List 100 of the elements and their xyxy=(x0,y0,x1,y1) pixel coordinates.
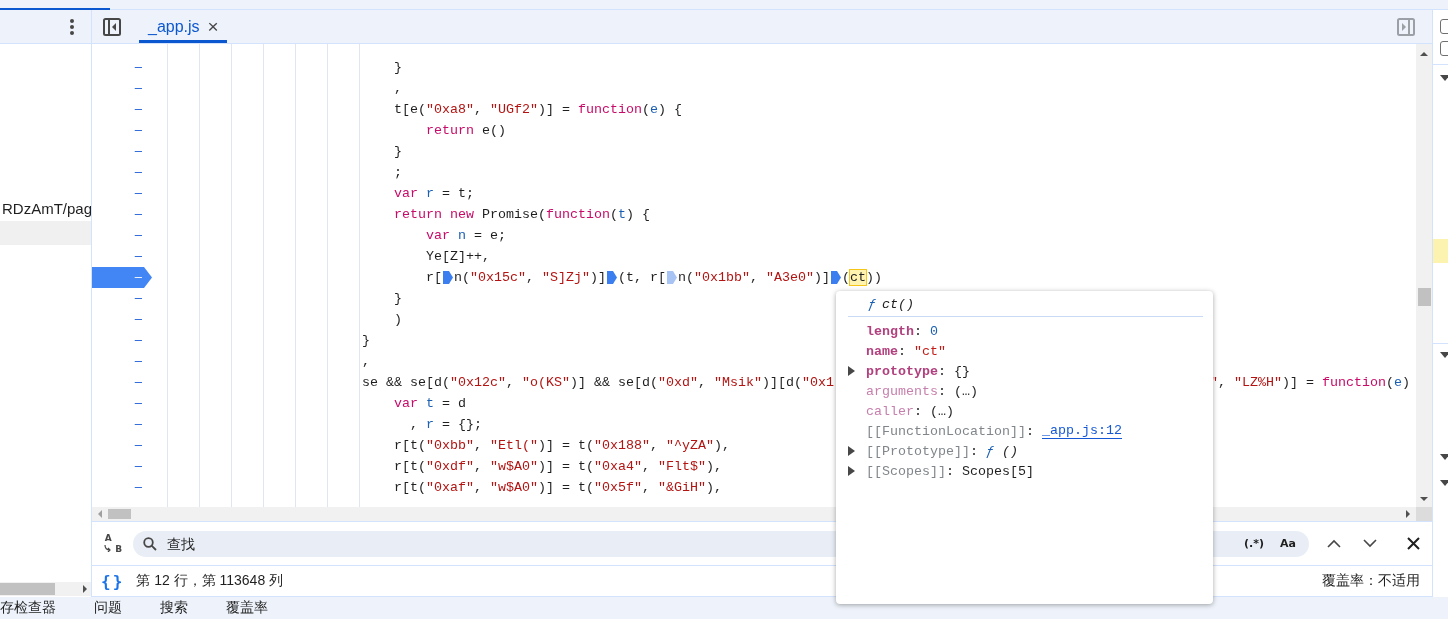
line-number: – xyxy=(133,248,143,265)
pretty-print-button[interactable]: {} xyxy=(101,571,125,591)
highlighted-row xyxy=(1433,239,1448,263)
colon: : xyxy=(914,323,922,339)
expand-arrow-icon[interactable] xyxy=(848,466,855,476)
code-text: , r = {}; xyxy=(409,416,482,434)
chevron-down-icon[interactable] xyxy=(1363,539,1377,548)
colon: : xyxy=(938,383,946,399)
code-text: (t, r[ xyxy=(618,269,666,287)
scrollbar-thumb[interactable] xyxy=(0,583,55,595)
property-value: (…) xyxy=(930,403,954,419)
line-number: – xyxy=(133,101,143,118)
code-text: r[t("0xbb", "Etl(")] = t("0x188", "^yZA"), xyxy=(393,437,730,455)
property-name: caller xyxy=(866,403,914,419)
breakpoint-marker-icon[interactable] xyxy=(443,271,453,284)
match-case-button[interactable]: Aa xyxy=(1277,537,1299,550)
scrollbar-thumb[interactable] xyxy=(108,509,131,519)
replace-toggle-button[interactable]: A B xyxy=(102,532,124,555)
line-number: – xyxy=(133,185,143,202)
collapse-arrow-icon[interactable] xyxy=(1440,75,1448,81)
breakpoint-marker-icon[interactable] xyxy=(831,271,841,284)
line-number: – xyxy=(133,353,143,370)
line-number: – xyxy=(133,458,143,475)
drawer-tab[interactable]: 搜索 xyxy=(160,599,188,617)
code-text: n("0x1bb", "A3e0")] xyxy=(678,269,830,287)
colon: : xyxy=(898,343,906,359)
line-number: – xyxy=(133,59,143,76)
property-name: prototype xyxy=(866,363,938,379)
code-text: } xyxy=(393,143,402,161)
drawer-tab[interactable]: 覆盖率 xyxy=(226,599,268,617)
code-text: , xyxy=(362,353,370,371)
sidebar-toggle-icon[interactable] xyxy=(103,17,121,36)
property-value: "ct" xyxy=(914,343,946,359)
code-text: Ye[Z]++, xyxy=(425,248,490,266)
line-number: – xyxy=(133,206,143,223)
code-text: ) xyxy=(393,311,402,329)
property-name: [[FunctionLocation]] xyxy=(866,423,1026,439)
property-name: length xyxy=(866,323,914,339)
code-text: return new Promise(function(t) { xyxy=(393,206,650,224)
code-text: } xyxy=(393,59,402,77)
code-text: var n = e; xyxy=(425,227,506,245)
code-text: t[e("0xa8", "UGf2")] = function(e) { xyxy=(393,101,682,119)
drawer-tab[interactable]: 问题 xyxy=(94,599,122,617)
drawer-tab[interactable]: 存检查器 xyxy=(0,599,56,617)
property-value: Scopes[5] xyxy=(962,463,1034,479)
property-value: {} xyxy=(954,363,970,379)
scroll-right-icon[interactable] xyxy=(1406,510,1410,518)
source-link[interactable]: _app.js:12 xyxy=(1041,423,1122,439)
colon: : xyxy=(946,463,954,479)
more-options-icon[interactable] xyxy=(70,18,74,35)
file-path[interactable]: RDzAmT/pag xyxy=(0,198,91,220)
colon: : xyxy=(938,363,946,379)
collapse-arrow-icon[interactable] xyxy=(1440,352,1448,358)
scrollbar-corner xyxy=(1416,507,1432,521)
property-name: [[Scopes]] xyxy=(866,463,946,479)
search-input[interactable]: 查找 xyxy=(167,535,1232,552)
line-number: – xyxy=(133,437,143,454)
line-number: – xyxy=(133,416,143,433)
code-text: var t = d xyxy=(393,395,466,413)
breakpoint-marker-icon[interactable] xyxy=(607,271,617,284)
close-icon[interactable] xyxy=(1407,537,1420,550)
collapse-arrow-icon[interactable] xyxy=(1440,454,1448,460)
collapse-arrow-icon[interactable] xyxy=(1440,480,1448,486)
code-text: return e() xyxy=(425,122,506,140)
line-number: – xyxy=(133,374,143,391)
scrollbar-thumb[interactable] xyxy=(1417,288,1431,306)
property-value: 0 xyxy=(930,323,938,339)
code-text: se && se[d("0x12c", "o(KS")] && se[d("0xd", "Msik")][d("0x1 xyxy=(362,374,834,392)
scroll-up-icon[interactable] xyxy=(1420,52,1428,56)
property-value: ƒ () xyxy=(986,443,1018,459)
code-text: } xyxy=(362,332,370,350)
code-text: r[ xyxy=(425,269,442,287)
line-number: – xyxy=(133,332,143,349)
line-number: – xyxy=(133,122,143,139)
property-name: arguments xyxy=(866,383,938,399)
scroll-right-icon[interactable] xyxy=(83,585,87,593)
line-number: – xyxy=(133,479,143,496)
code-text: var r = t; xyxy=(393,185,474,203)
line-number: – xyxy=(133,164,143,181)
arrow-icon xyxy=(104,544,112,552)
search-icon xyxy=(143,536,157,551)
sidebar-toggle-icon[interactable] xyxy=(1397,17,1415,36)
scroll-down-icon[interactable] xyxy=(1420,497,1428,501)
line-number: – xyxy=(133,290,143,307)
breakpoint-marker-icon[interactable] xyxy=(667,271,677,284)
line-number: – xyxy=(133,143,143,160)
code-text: } xyxy=(393,290,402,308)
chevron-up-icon[interactable] xyxy=(1327,539,1341,548)
colon: : xyxy=(914,403,922,419)
line-number: – xyxy=(133,80,143,97)
regex-button[interactable]: (.*) xyxy=(1241,537,1268,550)
code-text: r[t("0xaf", "w$A0")] = t("0x5f", "&GiH"), xyxy=(393,479,722,497)
code-text: ; xyxy=(393,164,402,182)
code-text: r[t("0xdf", "w$A0")] = t("0xa4", "Flt$"), xyxy=(393,458,722,476)
colon: : xyxy=(1025,423,1034,439)
expand-arrow-icon[interactable] xyxy=(848,446,855,456)
popover-title: ƒ ct() xyxy=(848,295,1203,317)
expand-arrow-icon[interactable] xyxy=(848,366,855,376)
close-icon[interactable]: × xyxy=(207,17,219,36)
property-value: (…) xyxy=(954,383,978,399)
